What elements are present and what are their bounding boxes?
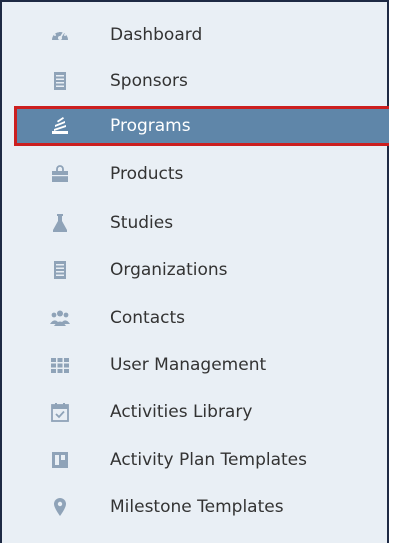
- sidebar-item-milestone-templates[interactable]: Milestone Templates: [14, 487, 396, 527]
- sidebar-item-contacts[interactable]: Contacts: [14, 298, 396, 338]
- sidebar-item-label: Milestone Templates: [110, 497, 284, 517]
- user-management-grid-icon: [50, 355, 70, 375]
- milestone-pin-icon: [50, 497, 70, 517]
- sidebar-item-label: Activities Library: [110, 402, 253, 422]
- sidebar-item-label: Studies: [110, 213, 174, 233]
- products-bag-icon: [50, 164, 70, 184]
- sidebar-item-label: Sponsors: [110, 71, 188, 91]
- activity-plan-templates-icon: [50, 450, 70, 470]
- sidebar-item-label: Organizations: [110, 260, 228, 280]
- sidebar-item-user-management[interactable]: User Management: [14, 345, 396, 385]
- activities-calendar-icon: [50, 402, 70, 422]
- contacts-people-icon: [50, 308, 70, 328]
- sidebar-item-label: User Management: [110, 355, 267, 375]
- programs-stack-icon: [50, 116, 70, 136]
- sidebar-item-sponsors[interactable]: Sponsors: [14, 61, 396, 101]
- sidebar-item-programs[interactable]: Programs: [14, 106, 396, 146]
- sidebar-item-activities-library[interactable]: Activities Library: [14, 392, 396, 432]
- sponsors-building-icon: [50, 71, 70, 91]
- page-background: [389, 0, 398, 543]
- dashboard-gauge-icon: [50, 25, 70, 45]
- sidebar-item-label: Contacts: [110, 308, 185, 328]
- sidebar-item-label: Activity Plan Templates: [110, 450, 307, 470]
- sidebar-item-label: Programs: [110, 116, 191, 136]
- sidebar-item-label: Products: [110, 164, 184, 184]
- sidebar-item-label: Dashboard: [110, 25, 203, 45]
- sidebar-item-dashboard[interactable]: Dashboard: [14, 15, 396, 55]
- sidebar-item-products[interactable]: Products: [14, 154, 396, 194]
- sidebar-nav: Dashboard Sponsors Programs Products Stu…: [0, 0, 396, 543]
- sidebar-item-studies[interactable]: Studies: [14, 203, 396, 243]
- sidebar-item-organizations[interactable]: Organizations: [14, 250, 396, 290]
- sidebar-item-activity-plan-templates[interactable]: Activity Plan Templates: [14, 440, 396, 480]
- studies-flask-icon: [50, 213, 70, 233]
- organizations-building-icon: [50, 260, 70, 280]
